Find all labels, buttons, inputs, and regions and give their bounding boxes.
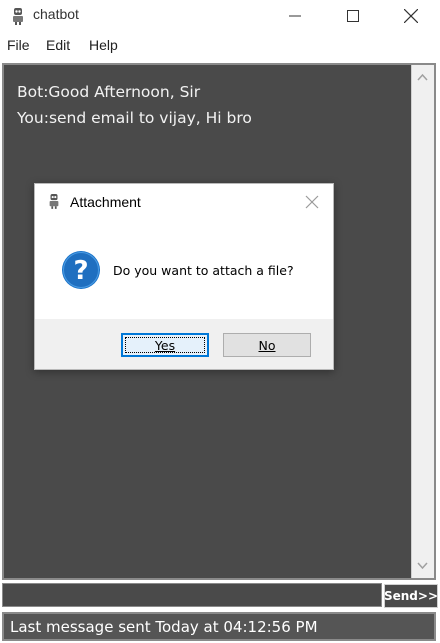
chat-message: Bot:Good Afternoon, Sir xyxy=(17,83,201,101)
menu-edit[interactable]: Edit xyxy=(46,37,70,53)
chat-messages: Bot:Good Afternoon, Sir You:send email to… xyxy=(17,79,252,131)
status-text: Last message sent Today at 04:12:56 PM xyxy=(10,618,318,636)
scroll-down-icon[interactable] xyxy=(417,562,428,570)
window-title: chatbot xyxy=(33,6,79,22)
close-button[interactable] xyxy=(388,0,434,31)
menu-help[interactable]: Help xyxy=(89,37,118,53)
robot-icon xyxy=(13,8,23,25)
scroll-up-icon[interactable] xyxy=(417,73,428,81)
svg-text:?: ? xyxy=(73,256,88,286)
title-bar: chatbot xyxy=(0,0,440,31)
close-icon xyxy=(404,8,418,23)
dialog-title: Attachment xyxy=(70,194,141,210)
chat-message: You:send email to vijay, Hi bro xyxy=(17,109,252,127)
yes-button[interactable]: Yes xyxy=(121,333,209,357)
close-icon[interactable] xyxy=(303,193,321,211)
minimize-icon xyxy=(289,15,301,16)
menu-file[interactable]: File xyxy=(7,37,30,53)
dialog-footer: Yes No xyxy=(35,319,333,369)
no-button-label: No xyxy=(258,337,276,353)
minimize-button[interactable] xyxy=(272,0,318,31)
question-icon: ? xyxy=(62,251,100,289)
chat-scrollbar[interactable] xyxy=(411,65,434,578)
menu-bar: File Edit Help xyxy=(0,34,440,56)
message-input[interactable] xyxy=(2,583,382,607)
robot-icon xyxy=(49,194,59,209)
attachment-dialog: Attachment ? Do you want to attach a fil… xyxy=(34,183,334,370)
send-button[interactable]: Send>> xyxy=(384,584,438,608)
no-button[interactable]: No xyxy=(223,333,311,357)
focus-ring xyxy=(125,337,205,353)
maximize-icon xyxy=(347,9,359,22)
maximize-button[interactable] xyxy=(330,0,376,31)
dialog-message: Do you want to attach a file? xyxy=(113,263,294,278)
status-bar: Last message sent Today at 04:12:56 PM xyxy=(2,612,436,641)
